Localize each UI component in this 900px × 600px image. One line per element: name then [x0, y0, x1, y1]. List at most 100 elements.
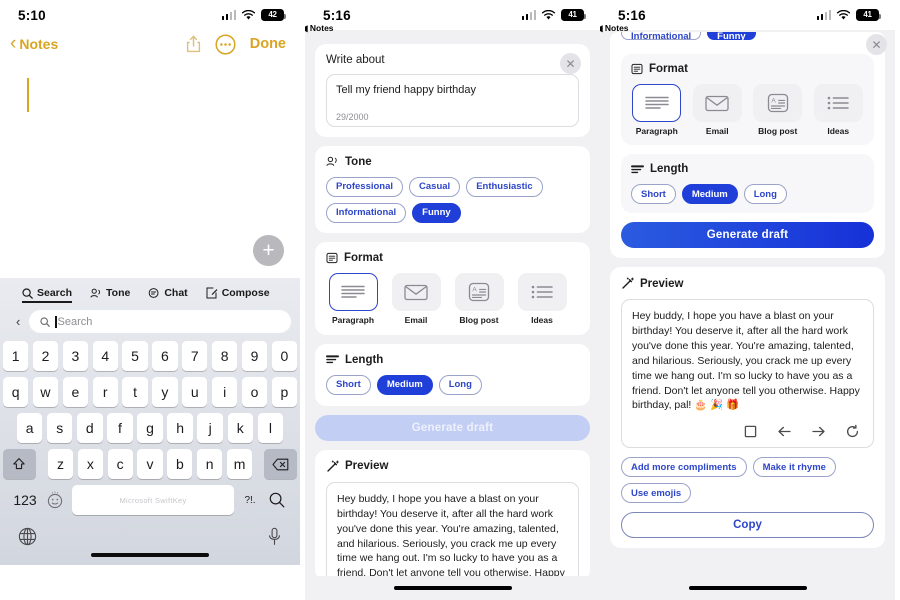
tone-chip-funny[interactable]: Funny: [412, 202, 461, 223]
key[interactable]: i: [212, 377, 238, 407]
tone-chip-professional[interactable]: Professional: [326, 176, 404, 197]
key[interactable]: g: [137, 413, 163, 443]
key[interactable]: l: [257, 413, 284, 443]
format-option-email[interactable]: Email: [692, 84, 744, 136]
close-icon[interactable]: ✕: [866, 34, 887, 55]
key[interactable]: 2: [32, 341, 59, 371]
key[interactable]: j: [197, 413, 223, 443]
search-input[interactable]: Search: [29, 310, 291, 333]
key[interactable]: d: [77, 413, 103, 443]
suggestion-make-it-rhyme[interactable]: Make it rhyme: [752, 457, 836, 478]
key[interactable]: h: [167, 413, 193, 443]
tone-chip-enthusiastic[interactable]: Enthusiastic: [466, 176, 543, 197]
format-option-ideas[interactable]: Ideas: [813, 84, 865, 136]
key[interactable]: 3: [62, 341, 88, 371]
suggestion-use-emojis[interactable]: Use emojis: [621, 483, 692, 504]
backspace-key[interactable]: [264, 449, 297, 479]
keyboard-tool-chat[interactable]: Chat: [148, 287, 188, 302]
key[interactable]: p: [271, 377, 297, 407]
keyboard-tool-search[interactable]: Search: [22, 287, 73, 303]
key[interactable]: w: [32, 377, 59, 407]
length-chip-medium[interactable]: Medium: [376, 374, 433, 395]
key[interactable]: f: [107, 413, 133, 443]
preview-text: Hey buddy, I hope you have a blast on yo…: [337, 492, 565, 580]
keyboard-tool-compose[interactable]: Compose: [206, 287, 270, 302]
globe-icon[interactable]: [18, 527, 37, 546]
keyboard-tool-tone[interactable]: Tone: [90, 287, 130, 302]
key[interactable]: 0: [271, 341, 297, 371]
note-body[interactable]: +: [0, 60, 300, 278]
key[interactable]: r: [92, 377, 118, 407]
format-option-email[interactable]: Email: [389, 272, 443, 325]
key[interactable]: 4: [92, 341, 118, 371]
key[interactable]: t: [122, 377, 148, 407]
shift-key[interactable]: [3, 449, 36, 479]
punctuation-key[interactable]: ?!.: [241, 495, 259, 506]
space-key[interactable]: Microsoft SwiftKey: [72, 485, 234, 515]
numeric-key[interactable]: 123: [12, 492, 38, 508]
format-label-email: Email: [705, 126, 729, 136]
key[interactable]: 9: [241, 341, 268, 371]
length-chip-short[interactable]: Short: [631, 184, 676, 204]
next-arrow-icon[interactable]: [811, 424, 826, 439]
share-icon[interactable]: [186, 35, 201, 53]
length-chip-long[interactable]: Long: [743, 184, 787, 204]
status-bar-panel2: 5:16 ◀ Notes 41: [305, 0, 600, 33]
key[interactable]: s: [46, 413, 73, 443]
format-option-paragraph[interactable]: Paragraph: [631, 84, 683, 136]
search-key[interactable]: [266, 492, 288, 508]
key[interactable]: n: [197, 449, 223, 479]
add-attachment-button[interactable]: +: [253, 235, 284, 266]
key[interactable]: o: [241, 377, 268, 407]
write-about-input[interactable]: Tell my friend happy birthday 29/2000: [326, 74, 579, 127]
copy-button[interactable]: Copy: [621, 512, 874, 539]
key[interactable]: u: [182, 377, 208, 407]
format-option-blogpost[interactable]: A Blog post: [752, 84, 804, 136]
done-button[interactable]: Done: [250, 36, 286, 52]
previous-arrow-icon[interactable]: [777, 424, 792, 439]
format-option-blogpost[interactable]: A Blog post: [452, 272, 506, 325]
length-chip-short[interactable]: Short: [326, 374, 371, 395]
key[interactable]: k: [227, 413, 254, 443]
key[interactable]: 7: [182, 341, 208, 371]
close-icon[interactable]: ✕: [560, 53, 581, 74]
format-label-ideas: Ideas: [827, 126, 850, 136]
tone-chip-casual[interactable]: Casual: [409, 176, 461, 197]
length-chip-medium[interactable]: Medium: [681, 184, 738, 204]
key[interactable]: m: [226, 449, 253, 479]
generate-draft-button[interactable]: Generate draft: [621, 222, 874, 248]
chevron-left-icon[interactable]: ‹: [16, 315, 20, 328]
regenerate-icon[interactable]: [845, 424, 860, 439]
key[interactable]: z: [47, 449, 74, 479]
key[interactable]: y: [152, 377, 178, 407]
length-chip-long[interactable]: Long: [438, 374, 482, 395]
key[interactable]: 1: [3, 341, 29, 371]
key[interactable]: q: [3, 377, 29, 407]
preview-text-box[interactable]: Hey buddy, I hope you have a blast on yo…: [326, 481, 579, 582]
tone-chip-informational[interactable]: Informational: [326, 202, 407, 223]
generate-draft-button[interactable]: Generate draft: [315, 414, 590, 441]
key[interactable]: e: [62, 377, 88, 407]
suggestion-add-more-compliments[interactable]: Add more compliments: [621, 457, 747, 478]
key[interactable]: a: [16, 413, 43, 443]
tone-chip-informational[interactable]: Informational: [621, 32, 702, 40]
back-to-notes-button[interactable]: ‹ Notes: [10, 34, 58, 53]
key[interactable]: 6: [152, 341, 178, 371]
bullet-list-icon: [531, 285, 553, 299]
key[interactable]: 5: [122, 341, 148, 371]
key[interactable]: x: [77, 449, 103, 479]
stop-icon[interactable]: [743, 424, 758, 439]
microphone-icon[interactable]: [267, 527, 282, 546]
tone-chip-funny[interactable]: Funny: [707, 32, 756, 40]
format-option-paragraph[interactable]: Paragraph: [326, 272, 380, 325]
emoji-icon[interactable]: [45, 490, 65, 510]
format-option-ideas[interactable]: Ideas: [515, 272, 569, 325]
status-time: 5:10: [18, 7, 46, 23]
more-options-icon[interactable]: [215, 33, 236, 55]
key[interactable]: b: [167, 449, 193, 479]
key[interactable]: c: [107, 449, 133, 479]
key[interactable]: v: [137, 449, 163, 479]
preview-text-box[interactable]: Hey buddy, I hope you have a blast on yo…: [621, 299, 874, 449]
compose-icon: [206, 287, 218, 299]
key[interactable]: 8: [212, 341, 238, 371]
